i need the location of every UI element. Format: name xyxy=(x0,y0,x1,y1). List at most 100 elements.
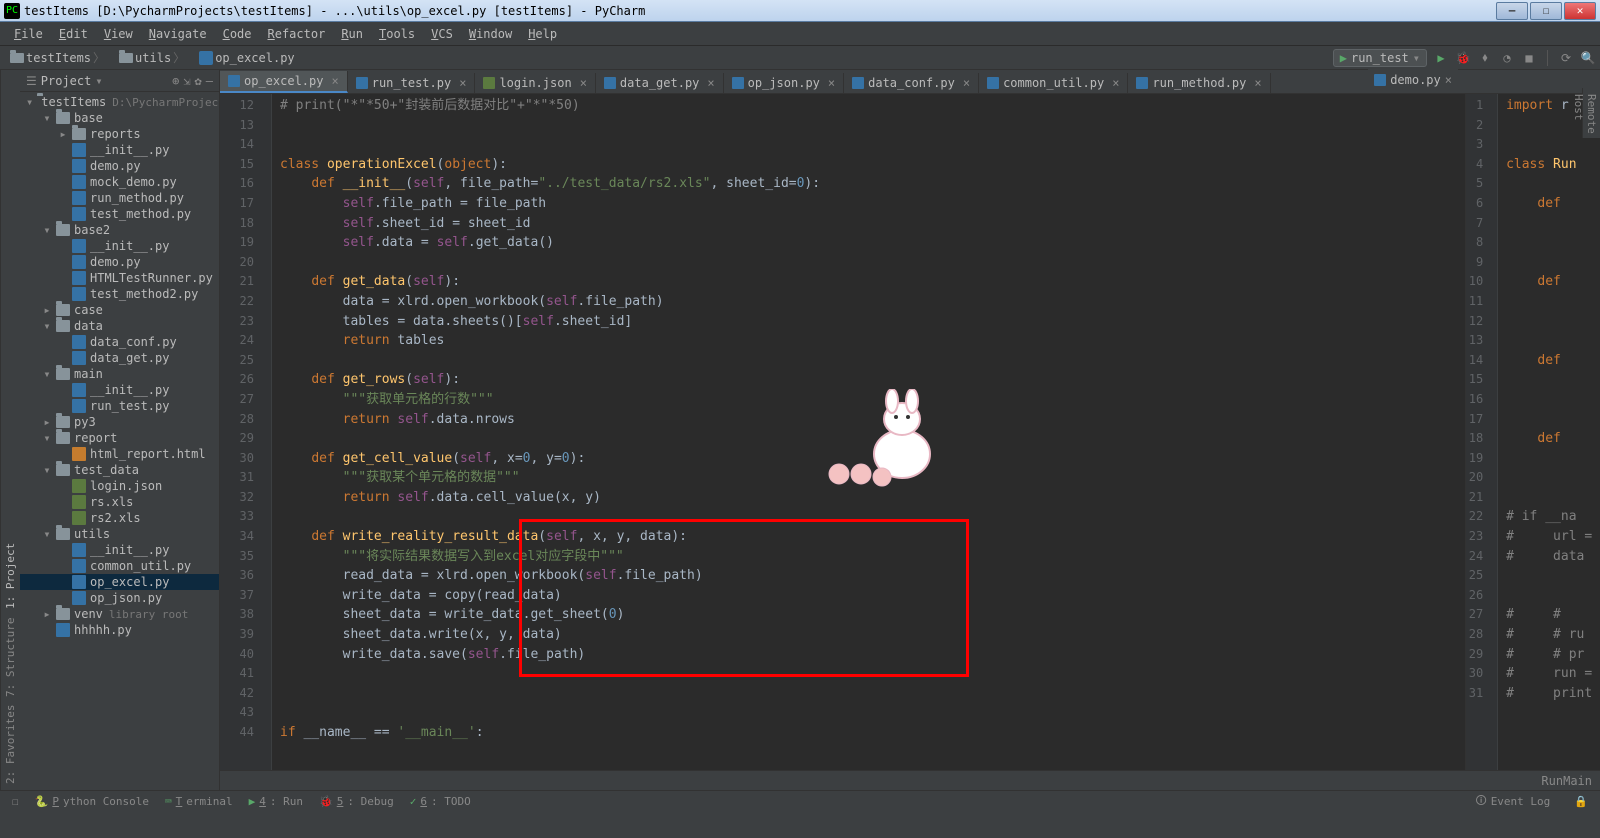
bottom-tab-Terminal[interactable]: ⌨ Terminal xyxy=(157,795,241,808)
tree-item-run_method.py[interactable]: run_method.py xyxy=(20,190,219,206)
menu-bar: FileEditViewNavigateCodeRefactorRunTools… xyxy=(0,22,1600,46)
left-sidebar-tabs: 2: Favorites 7: Structure 1: Project xyxy=(0,70,20,790)
project-pane-title: Project xyxy=(41,74,92,88)
lock-icon[interactable]: 🔒 xyxy=(1566,795,1596,808)
tree-item-op_json.py[interactable]: op_json.py xyxy=(20,590,219,606)
tree-item-html_report.html[interactable]: html_report.html xyxy=(20,446,219,462)
menu-refactor[interactable]: Refactor xyxy=(260,27,334,41)
show-tool-window-button[interactable]: ☐ xyxy=(4,795,27,808)
run-button[interactable]: ▶ xyxy=(1433,50,1449,66)
tree-item-login.json[interactable]: login.json xyxy=(20,478,219,494)
menu-file[interactable]: File xyxy=(6,27,51,41)
tree-item-__init__.py[interactable]: __init__.py xyxy=(20,382,219,398)
editor-tab-data_get.py[interactable]: data_get.py× xyxy=(596,73,724,93)
tree-item-main[interactable]: ▾main xyxy=(20,366,219,382)
close-button[interactable]: ✕ xyxy=(1564,2,1596,20)
tree-item-data_conf.py[interactable]: data_conf.py xyxy=(20,334,219,350)
fold-gutter xyxy=(260,94,272,770)
editor-tab-op_json.py[interactable]: op_json.py× xyxy=(724,73,844,93)
maximize-button[interactable]: ☐ xyxy=(1530,2,1562,20)
menu-vcs[interactable]: VCS xyxy=(423,27,461,41)
debug-button[interactable]: 🐞 xyxy=(1455,50,1471,66)
tree-item-data_get.py[interactable]: data_get.py xyxy=(20,350,219,366)
project-tab[interactable]: 1: Project xyxy=(3,543,18,609)
editor-tab-run_method.py[interactable]: run_method.py× xyxy=(1128,73,1270,93)
menu-code[interactable]: Code xyxy=(215,27,260,41)
menu-navigate[interactable]: Navigate xyxy=(141,27,215,41)
coverage-button[interactable]: ⬧ xyxy=(1477,50,1493,66)
pycharm-icon: PC xyxy=(4,3,20,19)
code-area[interactable]: # print("*"*50+"封装前后数据对比"+"*"*50) class … xyxy=(272,94,1465,770)
gear-icon[interactable]: ✿ xyxy=(195,74,202,88)
bottom-tab-4--Run[interactable]: ▶ 4: Run xyxy=(241,795,311,808)
hide-icon[interactable]: — xyxy=(206,74,213,88)
menu-tools[interactable]: Tools xyxy=(371,27,423,41)
tree-item-hhhhh.py[interactable]: hhhhh.py xyxy=(20,622,219,638)
editor-tab-run_test.py[interactable]: run_test.py× xyxy=(348,73,476,93)
tree-item-venv[interactable]: ▸venvlibrary root xyxy=(20,606,219,622)
editor-tab-common_util.py[interactable]: common_util.py× xyxy=(979,73,1128,93)
menu-edit[interactable]: Edit xyxy=(51,27,96,41)
menu-run[interactable]: Run xyxy=(333,27,371,41)
editor-tab-op_excel.py[interactable]: op_excel.py× xyxy=(220,71,348,93)
tree-item-common_util.py[interactable]: common_util.py xyxy=(20,558,219,574)
menu-window[interactable]: Window xyxy=(461,27,520,41)
run-config-combo[interactable]: ▶ run_test ▾ xyxy=(1333,49,1427,67)
update-button[interactable]: ⟳ xyxy=(1558,50,1574,66)
bottom-tab-Python-Console[interactable]: 🐍 Python Console xyxy=(27,795,157,808)
code-area-right[interactable]: import r class Run def def def def # if … xyxy=(1498,94,1600,770)
tree-item-base2[interactable]: ▾base2 xyxy=(20,222,219,238)
tree-item-__init__.py[interactable]: __init__.py xyxy=(20,238,219,254)
tree-item-run_test.py[interactable]: run_test.py xyxy=(20,398,219,414)
breadcrumb-utils[interactable]: utils〉 xyxy=(113,49,191,66)
collapse-all-icon[interactable]: ⇲ xyxy=(183,74,190,88)
python-icon xyxy=(1374,74,1386,86)
tree-item-mock_demo.py[interactable]: mock_demo.py xyxy=(20,174,219,190)
window-title: testItems [D:\PycharmProjects\testItems]… xyxy=(24,4,645,18)
tree-item-test_method2.py[interactable]: test_method2.py xyxy=(20,286,219,302)
stop-button[interactable]: ■ xyxy=(1521,50,1537,66)
breadcrumb-op_excel.py[interactable]: op_excel.py xyxy=(193,49,300,66)
minimize-button[interactable]: — xyxy=(1496,2,1528,20)
favorites-tab[interactable]: 2: Favorites xyxy=(3,705,18,784)
tree-item-utils[interactable]: ▾utils xyxy=(20,526,219,542)
tree-item-__init__.py[interactable]: __init__.py xyxy=(20,542,219,558)
tree-item-test_data[interactable]: ▾test_data xyxy=(20,462,219,478)
scroll-from-source-icon[interactable]: ⊕ xyxy=(172,74,179,88)
editor-tab-login.json[interactable]: login.json× xyxy=(475,73,595,93)
search-button[interactable]: 🔍 xyxy=(1580,50,1596,66)
project-pane: ☰ Project ▾ ⊕ ⇲ ✿ — ▾testItemsD:\Pycharm… xyxy=(20,70,220,790)
tree-item-py3[interactable]: ▸py3 xyxy=(20,414,219,430)
tree-item-case[interactable]: ▸case xyxy=(20,302,219,318)
run-config-label: run_test xyxy=(1351,51,1409,65)
tree-item-base[interactable]: ▾base xyxy=(20,110,219,126)
tree-item-__init__.py[interactable]: __init__.py xyxy=(20,142,219,158)
editor-tab-data_conf.py[interactable]: data_conf.py× xyxy=(844,73,979,93)
editor-right[interactable]: 1 2 3 4 5 6 7 8 9 10 11 12 13 14 15 16 1… xyxy=(1465,94,1600,770)
tree-item-demo.py[interactable]: demo.py xyxy=(20,254,219,270)
tree-item-test_method.py[interactable]: test_method.py xyxy=(20,206,219,222)
tree-item-reports[interactable]: ▸reports xyxy=(20,126,219,142)
menu-help[interactable]: Help xyxy=(520,27,565,41)
editor-main[interactable]: 12 13 14 15 16 17 18 19 20 21 22 23 24 2… xyxy=(220,94,1465,770)
right-editor-tab[interactable]: demo.py × xyxy=(1368,68,1458,92)
breadcrumb-testItems[interactable]: testItems〉 xyxy=(4,49,111,66)
class-crumb[interactable]: RunMain xyxy=(1541,774,1592,788)
tree-item-rs2.xls[interactable]: rs2.xls xyxy=(20,510,219,526)
tree-item-data[interactable]: ▾data xyxy=(20,318,219,334)
tree-item-report[interactable]: ▾report xyxy=(20,430,219,446)
gutter-right: 1 2 3 4 5 6 7 8 9 10 11 12 13 14 15 16 1… xyxy=(1466,94,1489,770)
gutter: 12 13 14 15 16 17 18 19 20 21 22 23 24 2… xyxy=(220,94,260,770)
tree-item-HTMLTestRunner.py[interactable]: HTMLTestRunner.py xyxy=(20,270,219,286)
bottom-tab-6--TODO[interactable]: ✓ 6: TODO xyxy=(402,795,479,808)
bottom-tab-5--Debug[interactable]: 🐞 5: Debug xyxy=(311,795,402,808)
remote-host-tab[interactable]: Remote Host xyxy=(1582,88,1600,138)
menu-view[interactable]: View xyxy=(96,27,141,41)
tree-item-testItems[interactable]: ▾testItemsD:\PycharmProjects\ xyxy=(20,94,219,110)
tree-item-demo.py[interactable]: demo.py xyxy=(20,158,219,174)
structure-tab[interactable]: 7: Structure xyxy=(3,617,18,696)
tree-item-op_excel.py[interactable]: op_excel.py xyxy=(20,574,219,590)
event-log-button[interactable]: 🛈 Event Log xyxy=(1467,792,1558,811)
profile-button[interactable]: ◔ xyxy=(1499,50,1515,66)
tree-item-rs.xls[interactable]: rs.xls xyxy=(20,494,219,510)
